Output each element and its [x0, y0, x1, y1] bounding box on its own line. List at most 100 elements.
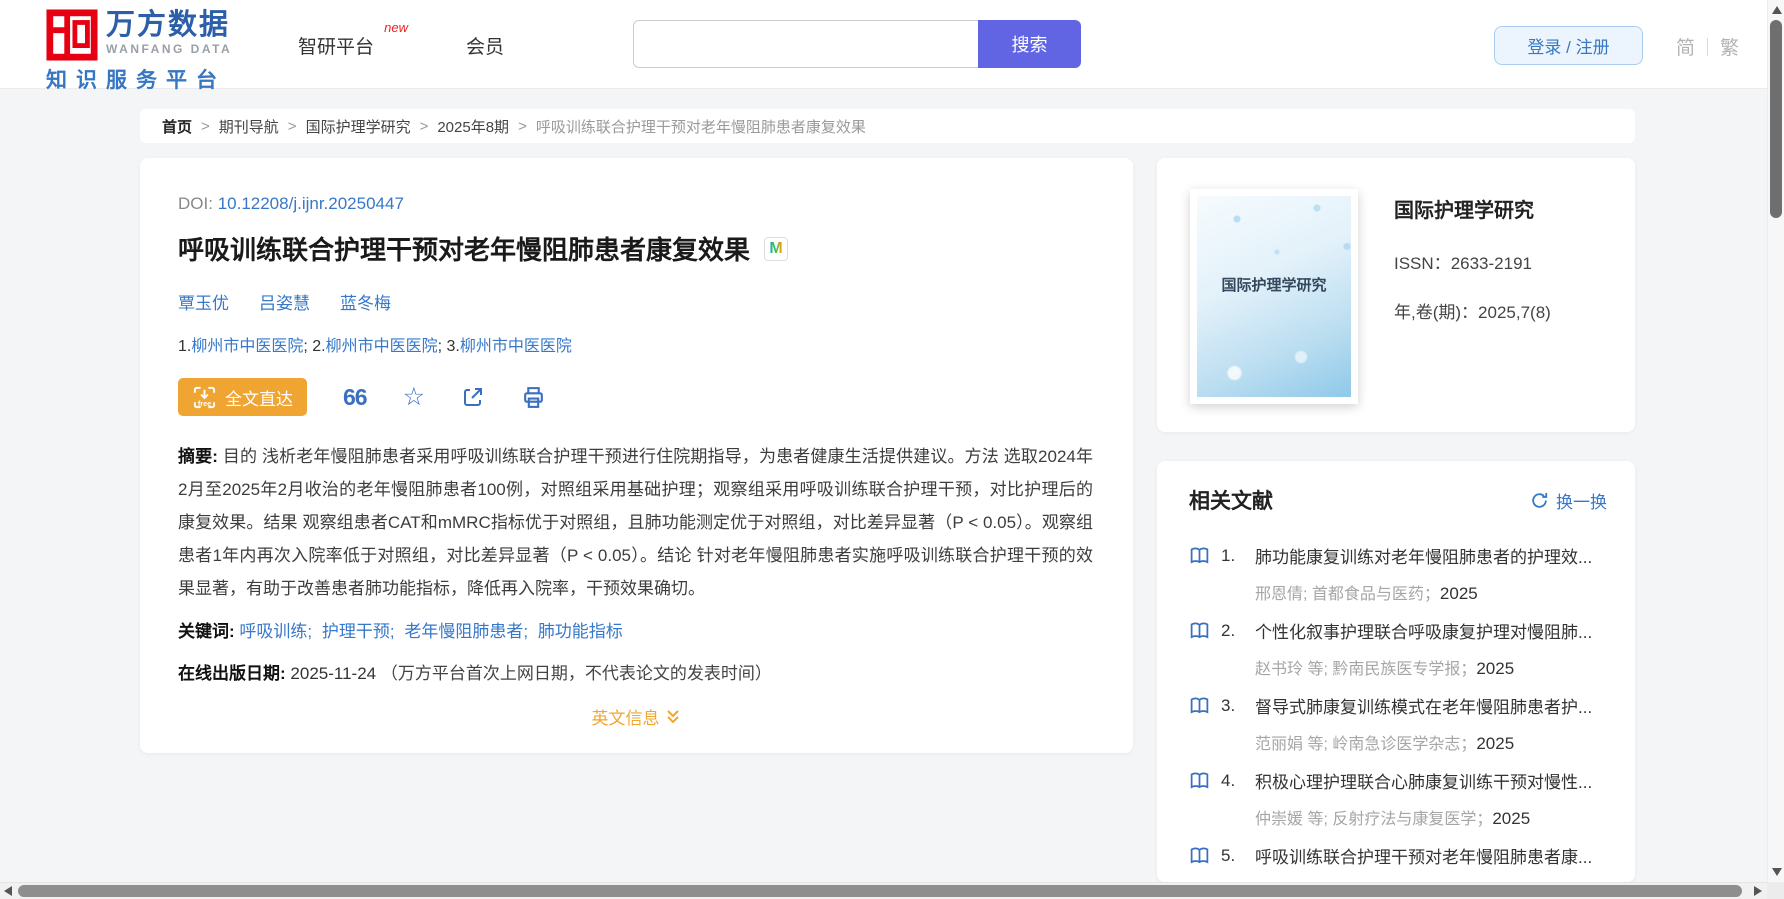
affiliation-link[interactable]: 柳州市中医医院 — [326, 338, 438, 355]
journal-card: 国际护理学研究 国际护理学研究 ISSN：2633-2191 年,卷(期)：20… — [1157, 158, 1635, 432]
favorite-star-icon[interactable]: ☆ — [403, 385, 425, 410]
related-item-link[interactable]: 2. 个性化叙事护理联合呼吸康复护理对慢阻肺... — [1189, 618, 1615, 643]
page: 万方数据 WANFANG DATA 知识服务平台 智研平台 new 会员 搜索 … — [0, 0, 1784, 899]
breadcrumb-journal[interactable]: 国际护理学研究 — [306, 116, 411, 137]
book-icon — [1189, 695, 1211, 716]
book-icon — [1189, 770, 1211, 791]
related-item: 4. 积极心理护理联合心肺康复训练干预对慢性... 仲崇媛 等; 反射疗法与康复… — [1189, 768, 1615, 843]
related-item: 5. 呼吸训练联合护理干预对老年慢阻肺患者康... — [1189, 843, 1615, 882]
abstract-text: 目的 浅析老年慢阻肺患者采用呼吸训练联合护理干预进行住院期指导，为患者健康生活提… — [178, 447, 1094, 598]
online-publish-date: 在线出版日期: 2025-11-24 （万方平台首次上网日期，不代表论文的发表时… — [178, 659, 1093, 684]
vertical-scrollbar[interactable] — [1767, 0, 1784, 882]
related-item-link[interactable]: 5. 呼吸训练联合护理干预对老年慢阻肺患者康... — [1189, 843, 1615, 868]
nav-zhiyan-platform[interactable]: 智研平台 new — [298, 20, 408, 59]
lang-traditional[interactable]: 繁 — [1720, 33, 1739, 60]
book-icon — [1189, 620, 1211, 641]
chevron-double-down-icon — [666, 709, 679, 723]
keyword-link[interactable]: 老年慢阻肺患者 — [404, 622, 523, 641]
breadcrumb-separator: > — [419, 117, 429, 135]
lang-simplified[interactable]: 简 — [1676, 33, 1695, 60]
breadcrumb-separator: > — [201, 117, 210, 135]
journal-issn: ISSN：2633-2191 — [1394, 254, 1532, 273]
language-switch: 简 繁 — [1676, 33, 1739, 60]
svg-text:free: free — [198, 399, 211, 408]
search-button[interactable]: 搜索 — [978, 20, 1081, 68]
scroll-down-arrow[interactable] — [1772, 868, 1782, 876]
breadcrumb-issue[interactable]: 2025年8期 — [437, 116, 509, 137]
related-item: 2. 个性化叙事护理联合呼吸康复护理对慢阻肺... 赵书玲 等; 黔南民族医专学… — [1189, 618, 1615, 693]
keywords-label: 关键词: — [178, 622, 235, 641]
affiliation-link[interactable]: 柳州市中医医院 — [191, 338, 303, 355]
doi-line: DOI: 10.12208/j.ijnr.20250447 — [178, 194, 1093, 214]
new-badge: new — [384, 20, 409, 35]
horizontal-scrollbar[interactable] — [0, 882, 1784, 899]
breadcrumb-home[interactable]: 首页 — [162, 116, 192, 137]
page-title: 呼吸训练联合护理干预对老年慢阻肺患者康复效果 — [178, 235, 751, 265]
author-link[interactable]: 蓝冬梅 — [340, 289, 391, 314]
doi-link[interactable]: 10.12208/j.ijnr.20250447 — [218, 194, 404, 213]
free-download-icon: free — [193, 386, 216, 408]
scroll-up-arrow[interactable] — [1772, 6, 1782, 14]
fulltext-button[interactable]: free 全文直达 — [178, 378, 307, 416]
refresh-icon — [1532, 492, 1548, 508]
related-year: 2025 — [1439, 584, 1478, 603]
affiliation-num: 3. — [446, 338, 460, 355]
breadcrumb-journal-nav[interactable]: 期刊导航 — [219, 116, 279, 137]
refresh-related-button[interactable]: 换一换 — [1530, 488, 1607, 513]
keyword-link[interactable]: 肺功能指标 — [538, 622, 623, 641]
related-year: 2025 — [1476, 659, 1515, 678]
print-icon[interactable] — [521, 385, 546, 410]
m-badge-icon[interactable]: M — [764, 236, 789, 261]
keywords: 关键词: 呼吸训练; 护理干预; 老年慢阻肺患者; 肺功能指标 — [178, 622, 623, 641]
journal-cover[interactable]: 国际护理学研究 — [1190, 189, 1358, 404]
journal-name-link[interactable]: 国际护理学研究 — [1394, 194, 1551, 223]
online-date-note: （万方平台首次上网日期，不代表论文的发表时间） — [380, 664, 772, 683]
keyword-link[interactable]: 呼吸训练 — [239, 622, 307, 641]
related-meta: 赵书玲 等; 黔南民族医专学报； — [1255, 661, 1477, 678]
article-toolbar: free 全文直达 66 ☆ — [178, 378, 1093, 416]
brand-subtitle: 知识服务平台 — [46, 69, 226, 92]
online-date-label: 在线出版日期: — [178, 664, 286, 683]
login-register-button[interactable]: 登录 / 注册 — [1494, 26, 1643, 65]
related-item: 1. 肺功能康复训练对老年慢阻肺患者的护理效... 邢恩倩; 首都食品与医药；2… — [1189, 543, 1615, 618]
lang-divider — [1707, 37, 1709, 56]
online-date-value: 2025-11-24 — [290, 664, 377, 683]
journal-volume: 年,卷(期)：2025,7(8) — [1394, 303, 1551, 322]
related-item-link[interactable]: 4. 积极心理护理联合心肺康复训练干预对慢性... — [1189, 768, 1615, 793]
article-card: DOI: 10.12208/j.ijnr.20250447 呼吸训练联合护理干预… — [140, 158, 1133, 753]
affiliation-num: 2. — [312, 338, 326, 355]
related-meta: 仲崇媛 等; 反射疗法与康复医学； — [1255, 811, 1493, 828]
keyword-link[interactable]: 护理干预 — [322, 622, 390, 641]
related-item-link[interactable]: 3. 督导式肺康复训练模式在老年慢阻肺患者护... — [1189, 693, 1615, 718]
share-icon[interactable] — [461, 385, 485, 409]
related-meta: 邢恩倩; 首都食品与医药； — [1255, 586, 1440, 603]
search-input[interactable] — [633, 20, 978, 68]
affiliation-link[interactable]: 柳州市中医医院 — [460, 338, 572, 355]
book-icon — [1189, 545, 1211, 566]
related-literature-card: 相关文献 换一换 1. 肺功能康复训练对老年慢阻肺患者的护理效... 邢恩倩; … — [1157, 461, 1635, 882]
related-meta: 范丽娟 等; 岭南急诊医学杂志； — [1255, 736, 1477, 753]
horizontal-scroll-thumb[interactable] — [18, 885, 1742, 897]
breadcrumb-current: 呼吸训练联合护理干预对老年慢阻肺患者康复效果 — [535, 118, 866, 136]
header: 万方数据 WANFANG DATA 知识服务平台 智研平台 new 会员 搜索 … — [0, 0, 1767, 92]
wanfang-logo-icon — [46, 9, 98, 61]
book-icon — [1189, 845, 1211, 866]
author-link[interactable]: 覃玉优 — [178, 289, 229, 314]
affiliation-list: 1.柳州市中医医院; 2.柳州市中医医院; 3.柳州市中医医院 — [178, 338, 572, 355]
nav-member[interactable]: 会员 — [466, 32, 504, 59]
vertical-scroll-thumb[interactable] — [1770, 20, 1782, 218]
author-list: 覃玉优 吕姿慧 蓝冬梅 — [178, 289, 1093, 314]
article-title-row: 呼吸训练联合护理干预对老年慢阻肺患者康复效果 M — [178, 230, 1093, 267]
breadcrumb-separator: > — [287, 117, 297, 135]
author-link[interactable]: 吕姿慧 — [259, 289, 310, 314]
wanfang-logo[interactable]: 万方数据 WANFANG DATA 知识服务平台 — [46, 9, 276, 94]
scroll-right-arrow[interactable] — [1754, 886, 1762, 896]
cite-icon[interactable]: 66 — [343, 386, 368, 409]
brand-name-en: WANFANG DATA — [106, 42, 233, 56]
brand-name-cn: 万方数据 — [106, 9, 231, 41]
abstract-label: 摘要: — [178, 447, 218, 466]
related-item-link[interactable]: 1. 肺功能康复训练对老年慢阻肺患者的护理效... — [1189, 543, 1615, 568]
breadcrumb: 首页 > 期刊导航 > 国际护理学研究 > 2025年8期 > 呼吸训练联合护理… — [140, 109, 1635, 143]
english-info-toggle[interactable]: 英文信息 — [178, 704, 1093, 729]
scroll-left-arrow[interactable] — [4, 886, 12, 896]
